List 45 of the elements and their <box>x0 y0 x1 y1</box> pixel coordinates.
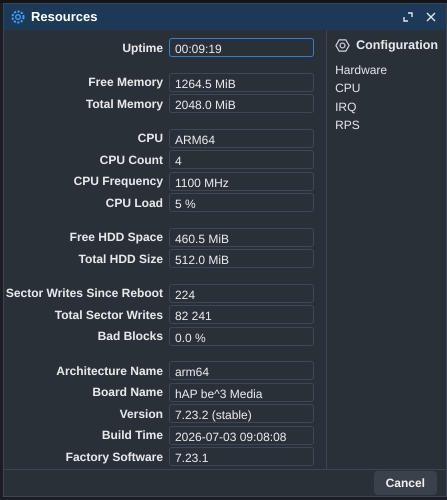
sidebar-link[interactable]: CPU <box>335 79 438 98</box>
sidebar-link[interactable]: IRQ <box>335 98 438 116</box>
field-label: Sector Writes Since Reboot <box>4 285 164 302</box>
field-label: CPU Frequency <box>72 173 164 190</box>
value-field[interactable]: hAP be^3 Media <box>169 382 314 402</box>
field-label: Total HDD Size <box>78 250 164 268</box>
section-title: Configuration <box>356 37 438 54</box>
field-label: Total Sector Writes <box>54 306 164 324</box>
value-field[interactable]: arm64 <box>169 361 314 380</box>
value-field[interactable]: 7.23.1 <box>169 447 314 466</box>
field-label: Free HDD Space <box>68 229 164 246</box>
window-title: Resources <box>31 8 98 26</box>
value-field[interactable]: 512.0 MiB <box>169 249 314 268</box>
value-field[interactable]: 2048.0 MiB <box>169 94 314 114</box>
value-field[interactable]: 1264.5 MiB <box>169 72 314 92</box>
field-label: Free Memory <box>87 74 164 92</box>
value-field[interactable]: ARM64 <box>169 128 314 148</box>
value-field[interactable]: 4 <box>169 150 314 170</box>
value-field[interactable]: 224 <box>169 284 314 303</box>
value-field[interactable]: 460.5 MiB <box>169 228 314 247</box>
field-label: CPU Load <box>104 194 164 212</box>
field-label: Architecture Name <box>55 362 164 380</box>
cancel-button[interactable]: Cancel <box>374 471 437 495</box>
value-field[interactable]: 00:09:19 <box>169 38 314 58</box>
field-label: Version <box>118 406 164 423</box>
value-field[interactable]: 5 % <box>169 193 314 212</box>
value-field[interactable]: 2026-07-03 09:08:08 <box>169 426 314 445</box>
sidebar-link[interactable]: RPS <box>335 116 438 135</box>
maximize-icon[interactable] <box>403 12 413 22</box>
field-label: Board Name <box>91 384 164 402</box>
sidebar-link[interactable]: Hardware <box>335 60 438 80</box>
value-field[interactable]: 82 241 <box>169 305 314 324</box>
field-label: Total Memory <box>84 96 164 113</box>
field-label: Bad Blocks <box>96 328 164 346</box>
value-field[interactable]: 7.23.2 (stable) <box>169 404 314 424</box>
close-icon[interactable] <box>426 12 436 22</box>
field-label: CPU Count <box>98 152 164 169</box>
value-field[interactable]: 0.0 % <box>169 326 314 346</box>
field-label: Uptime <box>121 40 164 57</box>
field-label: Factory Software <box>64 448 164 466</box>
settings-icon <box>10 9 26 25</box>
value-field[interactable]: 1100 MHz <box>169 172 314 191</box>
field-label: Build Time <box>100 427 164 444</box>
field-label: CPU <box>136 130 164 148</box>
hexagon-icon <box>335 38 350 53</box>
